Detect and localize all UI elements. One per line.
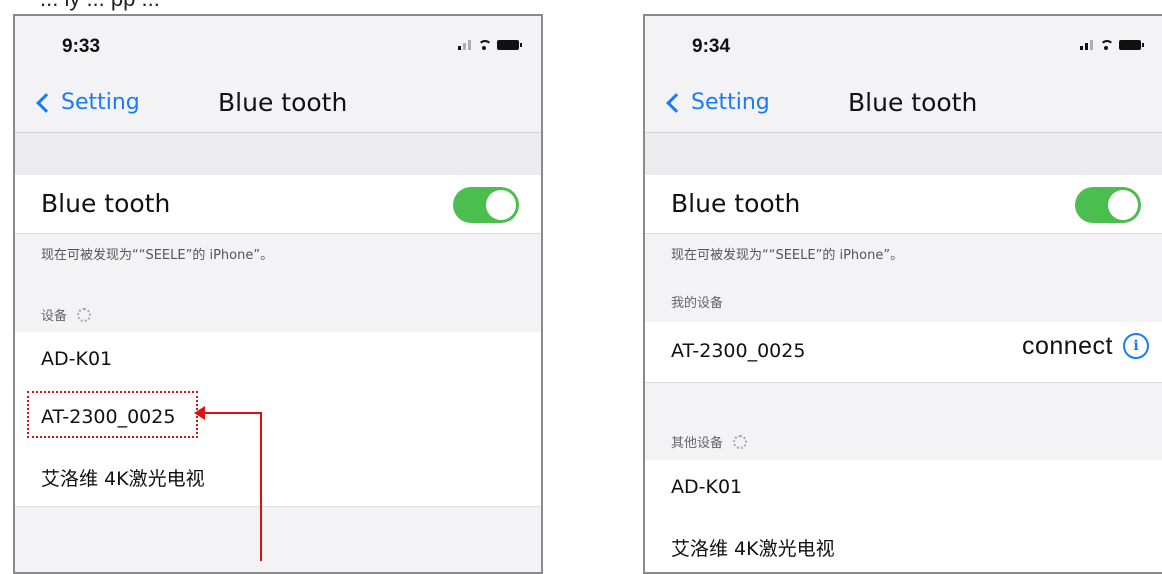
battery-icon — [497, 40, 522, 50]
device-name: 艾洛维 4K激光电视 — [41, 468, 205, 490]
back-label: Setting — [61, 90, 140, 115]
device-row[interactable]: AD-K01 — [15, 332, 541, 391]
status-icons — [1080, 40, 1144, 50]
wifi-icon — [477, 40, 492, 50]
phone-screen-left: 9:33 Setting Blue tooth Blue tooth 现在可被发… — [13, 14, 543, 574]
back-label: Setting — [691, 90, 770, 115]
page-title: Blue tooth — [848, 88, 978, 117]
back-button[interactable]: Setting — [33, 90, 140, 115]
device-name: AD-K01 — [671, 476, 743, 498]
status-bar: 9:34 — [645, 16, 1162, 76]
paired-device-row[interactable]: AT-2300_0025 connect i — [645, 322, 1162, 383]
device-row[interactable]: 艾洛维 4K激光电视 — [15, 448, 541, 507]
discoverable-note: 现在可被发现为““SEELE”的 iPhone”。 — [671, 248, 904, 263]
device-name: AD-K01 — [41, 348, 113, 370]
chevron-left-icon — [36, 92, 56, 113]
bluetooth-toggle-row: Blue tooth — [15, 175, 541, 234]
bluetooth-label: Blue tooth — [671, 189, 801, 218]
other-devices-section-header: 其他设备 — [671, 432, 748, 451]
devices-header-label: 设备 — [41, 309, 68, 324]
device-name: AT-2300_0025 — [671, 340, 806, 362]
status-icons — [458, 40, 522, 50]
device-row[interactable]: 艾洛维 4K激光电视 — [645, 518, 1162, 572]
discoverable-note: 现在可被发现为““SEELE”的 iPhone”。 — [41, 248, 274, 263]
other-devices-header-label: 其他设备 — [671, 436, 724, 451]
wifi-icon — [1099, 40, 1114, 50]
bluetooth-toggle[interactable] — [453, 187, 519, 223]
nav-bar: Setting Blue tooth — [15, 76, 541, 133]
device-name: AT-2300_0025 — [41, 406, 176, 428]
annotation-arrow-line — [204, 412, 262, 414]
info-icon[interactable]: i — [1123, 333, 1149, 359]
section-gap — [15, 133, 541, 175]
device-row[interactable]: AD-K01 — [645, 460, 1162, 519]
back-button[interactable]: Setting — [663, 90, 770, 115]
nav-bar: Setting Blue tooth — [645, 76, 1162, 133]
battery-icon — [1119, 40, 1144, 50]
status-time: 9:34 — [692, 36, 731, 57]
section-gap — [645, 133, 1162, 175]
my-devices-section-header: 我的设备 — [671, 292, 723, 311]
my-devices-header-label: 我的设备 — [671, 296, 724, 311]
page-title: Blue tooth — [218, 88, 348, 117]
annotation-arrow-vertical — [260, 412, 262, 561]
status-time: 9:33 — [62, 36, 101, 57]
bluetooth-toggle[interactable] — [1075, 187, 1141, 223]
phone-screen-right: 9:34 Setting Blue tooth Blue tooth 现在可被发… — [643, 14, 1162, 574]
spinner-icon — [77, 307, 92, 322]
device-row[interactable]: AT-2300_0025 — [15, 390, 541, 449]
chevron-left-icon — [666, 92, 686, 113]
devices-section-header: 设备 — [41, 305, 92, 324]
status-bar: 9:33 — [15, 16, 541, 76]
device-name: 艾洛维 4K激光电视 — [671, 538, 835, 560]
bluetooth-label: Blue tooth — [41, 189, 171, 218]
signal-icon — [458, 40, 471, 50]
signal-icon — [1080, 40, 1093, 50]
annotation-arrow-head — [194, 406, 205, 420]
top-caption: ... ly ... pp ... — [40, 0, 160, 12]
spinner-icon — [733, 434, 748, 449]
connection-status: connect — [1021, 332, 1113, 360]
bluetooth-toggle-row: Blue tooth — [645, 175, 1162, 234]
